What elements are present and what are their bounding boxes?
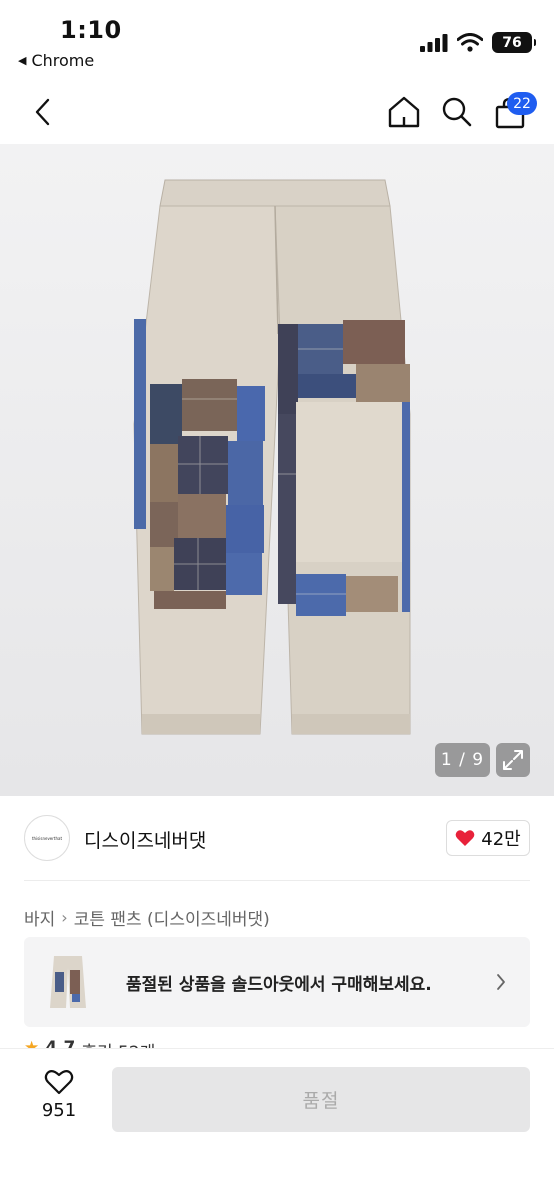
back-to-app-link[interactable]: ◀ Chrome <box>18 51 94 70</box>
heart-outline-icon <box>44 1070 74 1095</box>
breadcrumb-category[interactable]: 바지 <box>24 905 55 930</box>
status-icons: 76 <box>420 32 536 53</box>
home-icon <box>388 96 420 128</box>
breadcrumb-subcategory[interactable]: 코튼 팬츠 (디스이즈네버댓) <box>74 905 270 930</box>
back-button[interactable] <box>26 94 58 130</box>
product-pants-image <box>133 179 411 735</box>
wishlist-count: 951 <box>41 1100 77 1121</box>
wishlist-button[interactable]: 951 <box>34 1068 84 1121</box>
soldout-button[interactable]: 품절 <box>112 1067 530 1132</box>
brand-name[interactable]: 디스이즈네버댓 <box>84 826 206 853</box>
heart-filled-icon <box>455 830 475 846</box>
cart-count-badge: 22 <box>507 92 537 115</box>
back-app-label: Chrome <box>31 51 95 70</box>
chevron-left-icon <box>35 98 50 126</box>
product-thumbnail <box>50 956 86 1008</box>
battery-indicator: 76 <box>492 32 536 53</box>
product-image-gallery[interactable] <box>0 144 554 796</box>
soldout-app-banner[interactable]: 품절된 상품을 솔드아웃에서 구매해보세요. <box>24 937 530 1027</box>
section-divider <box>24 880 530 881</box>
expand-icon <box>503 750 523 770</box>
expand-image-button[interactable] <box>496 743 530 777</box>
search-icon <box>442 97 472 127</box>
search-button[interactable] <box>438 92 476 132</box>
battery-level: 76 <box>502 34 522 51</box>
signal-icon <box>420 33 448 52</box>
breadcrumb: 바지 › 코튼 팬츠 (디스이즈네버댓) <box>24 905 270 930</box>
soldout-banner-text: 품절된 상품을 솔드아웃에서 구매해보세요. <box>126 974 432 995</box>
back-triangle-icon: ◀ <box>18 54 27 67</box>
chevron-right-icon: › <box>61 908 68 927</box>
top-nav <box>0 80 554 144</box>
brand-logo-text: thisisneverthat <box>31 835 63 841</box>
status-bar: 1:10 ◀ Chrome 76 <box>0 0 554 80</box>
home-button[interactable] <box>385 92 423 132</box>
brand-like-button[interactable]: 42만 <box>446 820 530 856</box>
status-time: 1:10 <box>60 16 122 44</box>
chevron-right-icon <box>497 974 505 990</box>
brand-like-count: 42만 <box>481 829 521 850</box>
image-counter: 1 / 9 <box>435 743 490 777</box>
brand-logo[interactable]: thisisneverthat <box>24 815 70 861</box>
wifi-icon <box>457 33 483 52</box>
